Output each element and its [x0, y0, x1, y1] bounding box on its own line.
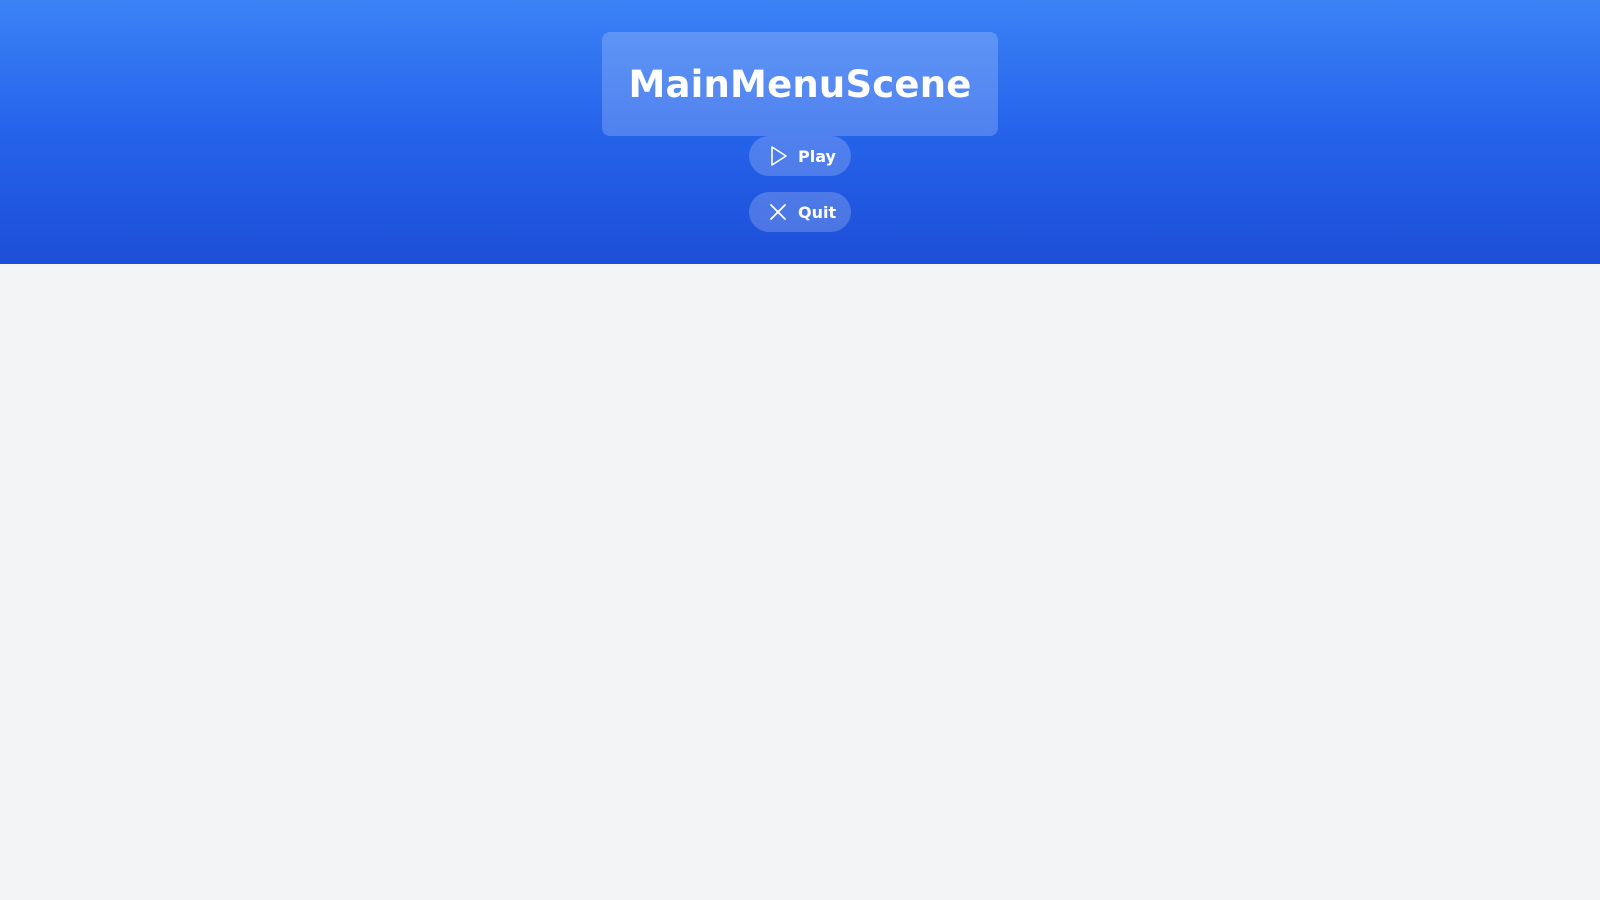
close-icon: [767, 201, 789, 223]
quit-button-label: Quit: [798, 202, 837, 222]
quit-button[interactable]: Quit: [749, 192, 851, 232]
play-button[interactable]: Play: [749, 136, 851, 176]
title-card: MainMenuScene: [602, 32, 998, 136]
scene-header: MainMenuScene Play Quit: [0, 0, 1600, 264]
play-button-label: Play: [798, 146, 836, 166]
scene-title: MainMenuScene: [628, 62, 972, 106]
play-icon: [767, 145, 789, 167]
